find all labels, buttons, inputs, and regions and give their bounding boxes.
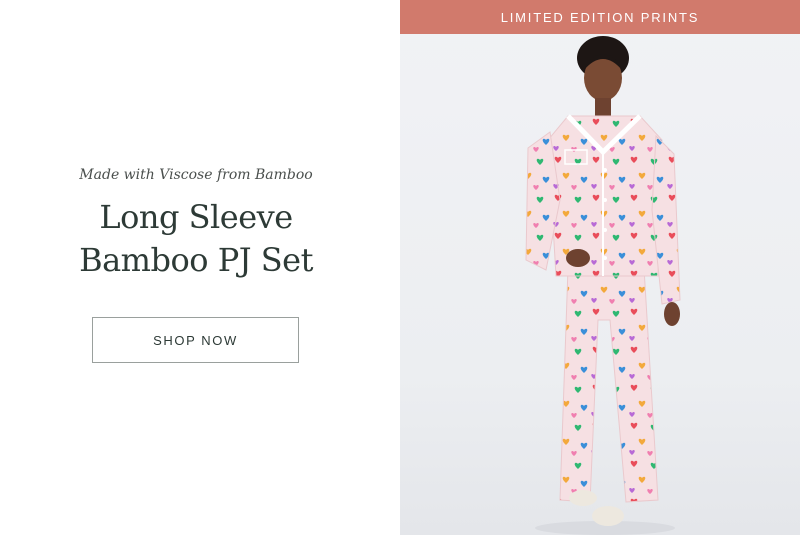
shop-now-button[interactable]: SHOP NOW: [92, 317, 299, 363]
product-title-line-1: Long Sleeve: [99, 198, 293, 236]
promo-panel: Made with Viscose from Bamboo Long Sleev…: [0, 0, 400, 535]
product-image-panel[interactable]: LIMITED EDITION PRINTS: [400, 0, 800, 535]
tagline: Made with Viscose from Bamboo: [79, 167, 313, 183]
product-photo[interactable]: [400, 34, 800, 535]
limited-edition-banner: LIMITED EDITION PRINTS: [400, 0, 800, 34]
product-title: Long Sleeve Bamboo PJ Set: [0, 196, 392, 282]
product-title-line-2: Bamboo PJ Set: [79, 241, 313, 279]
